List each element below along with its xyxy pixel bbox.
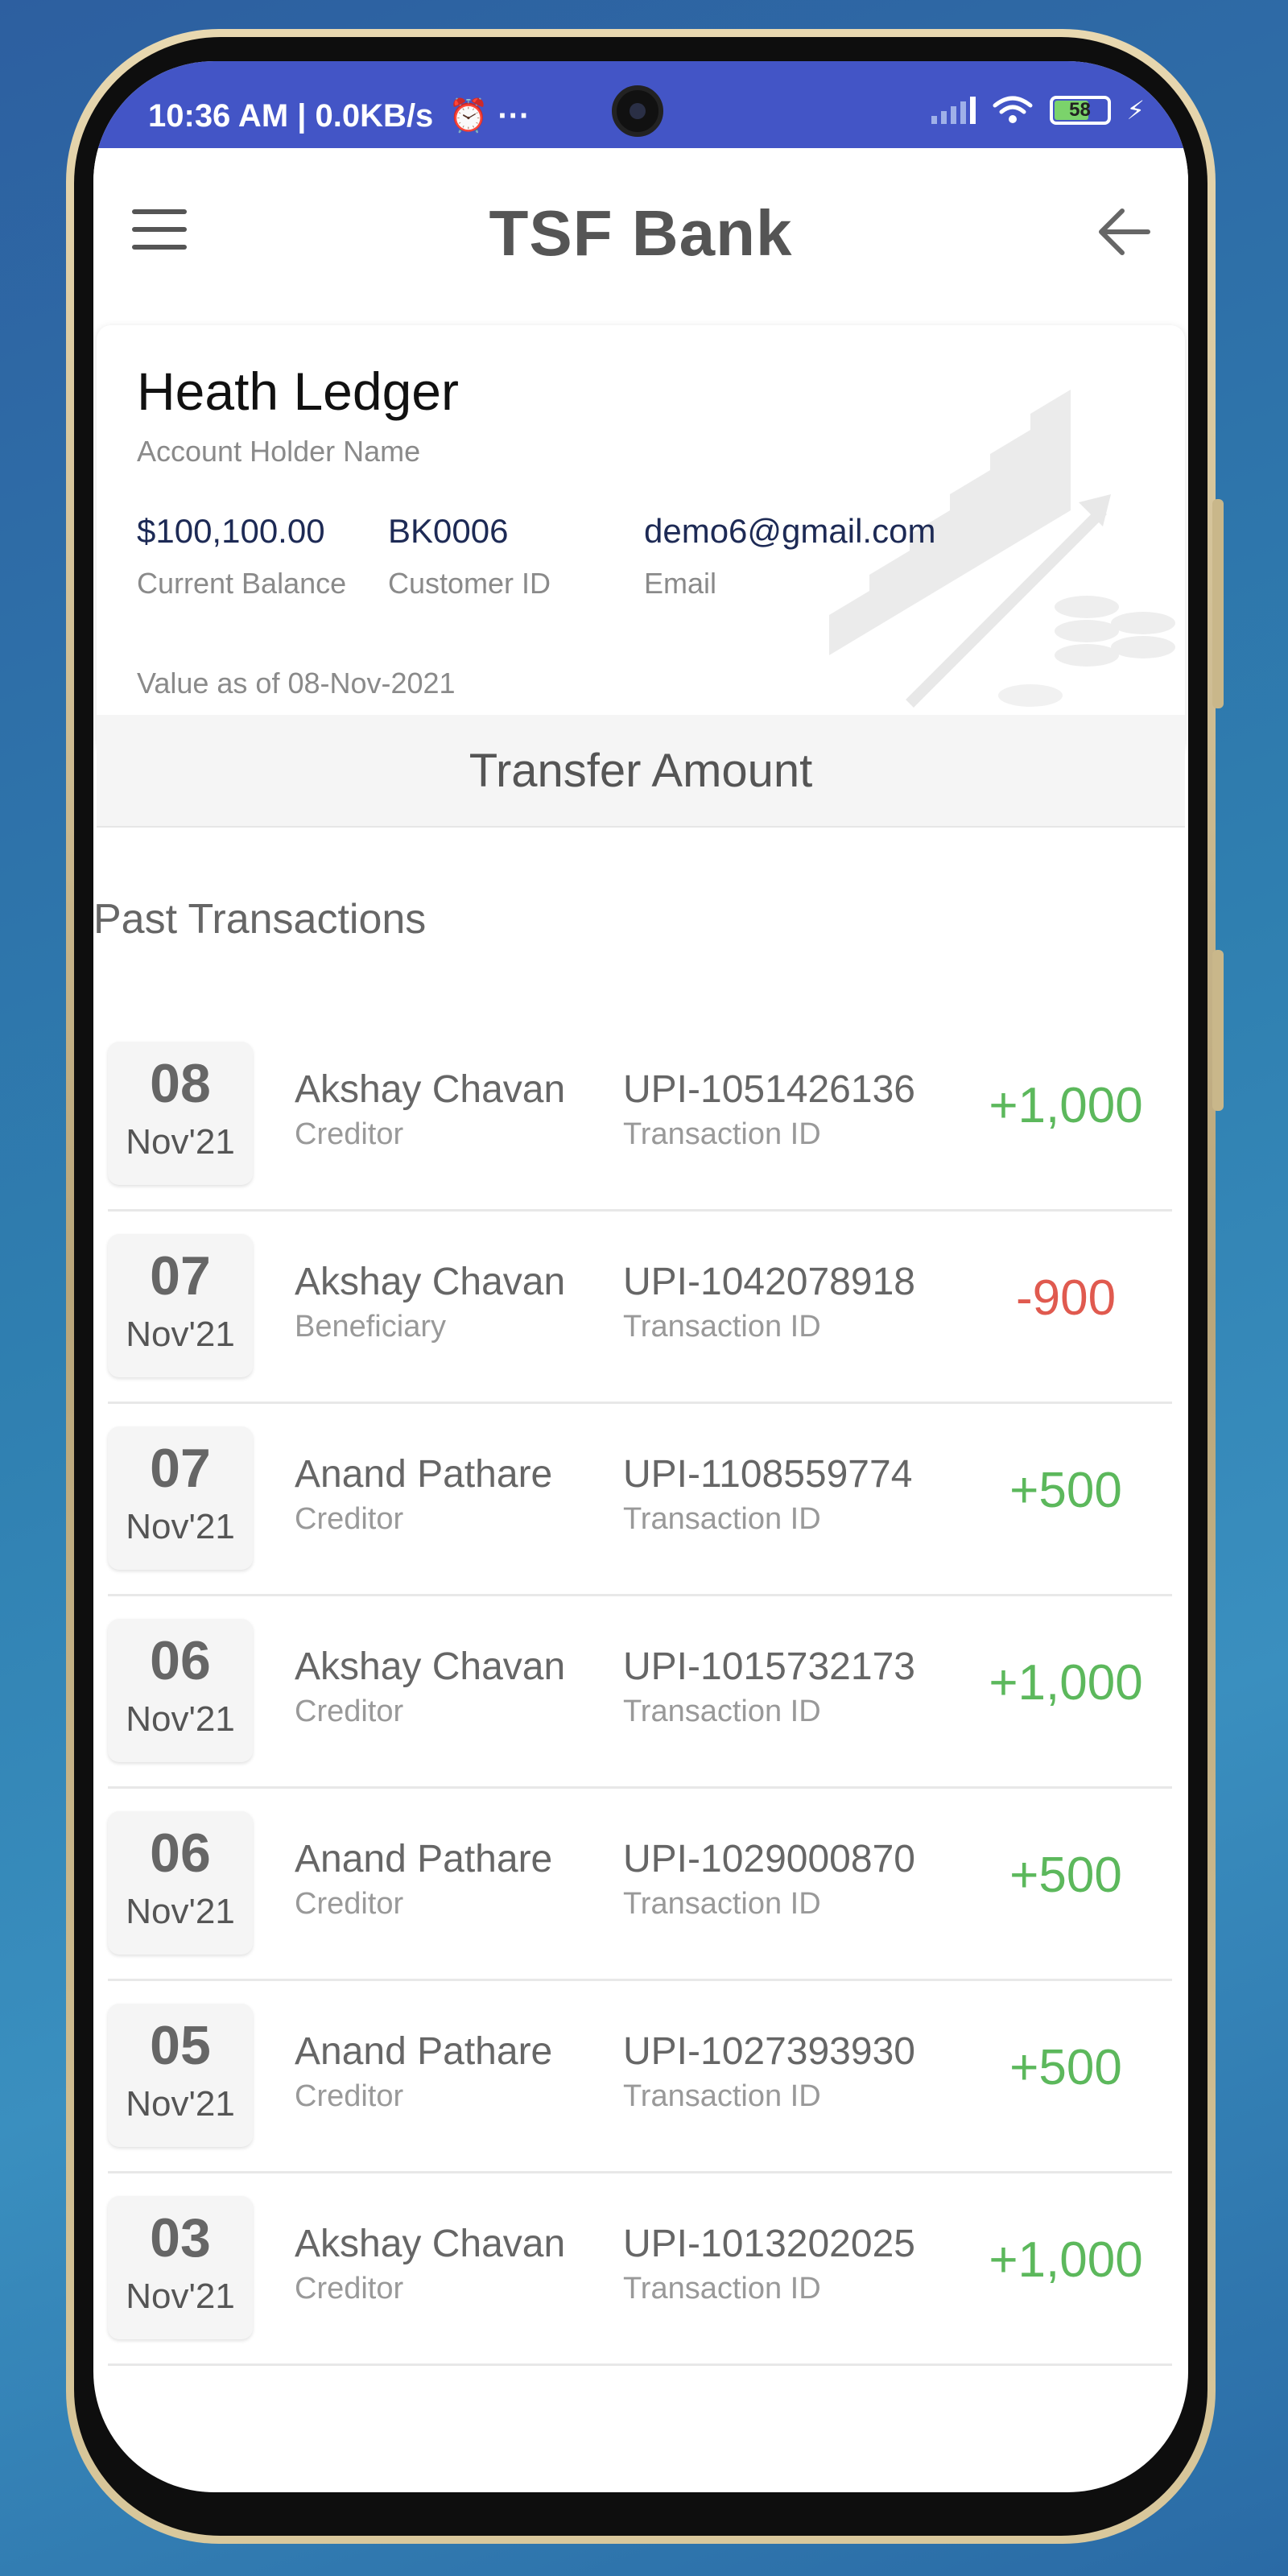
party-role: Beneficiary — [295, 1310, 446, 1344]
party-name: Anand Pathare — [295, 2030, 553, 2073]
account-holder-label: Account Holder Name — [137, 435, 421, 468]
status-bar: 10:36 AM | 0.0KB/s ⏰ ··· 58 ⚡ — [93, 61, 1188, 148]
customer-id: BK0006 — [388, 512, 509, 550]
value-as-of: Value as of 08-Nov-2021 — [137, 667, 456, 700]
account-holder-name: Heath Ledger — [137, 361, 459, 421]
transfer-amount-button[interactable]: Transfer Amount — [97, 715, 1185, 828]
date-month: Nov'21 — [126, 1507, 235, 1546]
party-name: Akshay Chavan — [295, 1261, 566, 1303]
date-month: Nov'21 — [126, 1315, 235, 1354]
battery-icon: 58 — [1049, 96, 1111, 125]
transaction-amount: +500 — [1009, 1463, 1122, 1518]
party-name: Akshay Chavan — [295, 2223, 566, 2265]
party-role: Creditor — [295, 1117, 404, 1151]
transaction-id: UPI-1051426136 — [623, 1068, 915, 1111]
date-month: Nov'21 — [126, 2084, 235, 2124]
date-badge: 08 Nov'21 — [108, 1042, 253, 1185]
transaction-row[interactable]: 07 Nov'21 Akshay Chavan Beneficiary UPI-… — [108, 1212, 1172, 1404]
date-day: 07 — [150, 1438, 211, 1499]
date-day: 07 — [150, 1245, 211, 1307]
current-balance-label: Current Balance — [137, 567, 347, 600]
transaction-row[interactable]: 06 Nov'21 Anand Pathare Creditor UPI-102… — [108, 1789, 1172, 1981]
transaction-id-label: Transaction ID — [623, 1117, 821, 1151]
date-day: 03 — [150, 2207, 211, 2268]
transaction-id-label: Transaction ID — [623, 1887, 821, 1921]
party-role: Creditor — [295, 1502, 404, 1536]
status-time-text: 10:36 AM | 0.0KB/s — [148, 98, 434, 134]
party-name: Anand Pathare — [295, 1838, 553, 1880]
charging-icon: ⚡ — [1126, 96, 1145, 125]
party-role: Creditor — [295, 2079, 404, 2113]
date-month: Nov'21 — [126, 1122, 235, 1162]
transaction-id-label: Transaction ID — [623, 1502, 821, 1536]
past-transactions-title: Past Transactions — [93, 896, 427, 943]
front-camera — [612, 85, 663, 137]
transaction-row[interactable]: 03 Nov'21 Akshay Chavan Creditor UPI-101… — [108, 2174, 1172, 2366]
transaction-id-label: Transaction ID — [623, 1310, 821, 1344]
status-extra-icons: ⏰ ··· — [448, 98, 530, 134]
date-badge: 07 Nov'21 — [108, 1234, 253, 1377]
date-day: 06 — [150, 1823, 211, 1884]
transaction-row[interactable]: 08 Nov'21 Akshay Chavan Creditor UPI-105… — [108, 1019, 1172, 1212]
transaction-id: UPI-1029000870 — [623, 1838, 915, 1880]
date-month: Nov'21 — [126, 1699, 235, 1739]
party-role: Creditor — [295, 1695, 404, 1728]
date-badge: 05 Nov'21 — [108, 2004, 253, 2147]
status-time: 10:36 AM | 0.0KB/s ⏰ ··· — [148, 97, 530, 134]
transaction-row[interactable]: 07 Nov'21 Anand Pathare Creditor UPI-110… — [108, 1404, 1172, 1596]
transaction-row[interactable]: 05 Nov'21 Anand Pathare Creditor UPI-102… — [108, 1981, 1172, 2174]
transaction-id-label: Transaction ID — [623, 2272, 821, 2306]
power-button — [1212, 950, 1224, 1111]
battery-level: 58 — [1069, 99, 1091, 121]
transaction-id: UPI-1027393930 — [623, 2030, 915, 2073]
date-day: 05 — [150, 2015, 211, 2076]
date-day: 06 — [150, 1630, 211, 1691]
date-badge: 06 Nov'21 — [108, 1619, 253, 1762]
transaction-amount: +500 — [1009, 1847, 1122, 1903]
transaction-amount: +1,000 — [989, 2232, 1143, 2288]
party-name: Anand Pathare — [295, 1453, 553, 1496]
transaction-list: 08 Nov'21 Akshay Chavan Creditor UPI-105… — [108, 1019, 1172, 2366]
party-role: Creditor — [295, 1887, 404, 1921]
volume-button — [1212, 499, 1224, 708]
transaction-id: UPI-1108559774 — [623, 1453, 913, 1496]
date-badge: 03 Nov'21 — [108, 2196, 253, 2339]
back-arrow-icon[interactable] — [1093, 201, 1154, 262]
app-header: TSF Bank — [93, 148, 1188, 325]
app-title: TSF Bank — [489, 197, 793, 269]
account-card: Heath Ledger Account Holder Name $100,10… — [97, 325, 1185, 752]
transaction-amount: +1,000 — [989, 1655, 1143, 1711]
transaction-id: UPI-1042078918 — [623, 1261, 915, 1303]
date-badge: 07 Nov'21 — [108, 1426, 253, 1570]
date-day: 08 — [150, 1053, 211, 1114]
transaction-amount: -900 — [1015, 1270, 1117, 1326]
transaction-id: UPI-1015732173 — [623, 1645, 915, 1688]
phone-screen: 10:36 AM | 0.0KB/s ⏰ ··· 58 ⚡ TSF Bank H… — [93, 61, 1188, 2492]
wifi-icon — [993, 96, 1033, 123]
email: demo6@gmail.com — [644, 512, 936, 550]
transaction-row[interactable]: 06 Nov'21 Akshay Chavan Creditor UPI-101… — [108, 1596, 1172, 1789]
date-month: Nov'21 — [126, 1892, 235, 1931]
transaction-id: UPI-1013202025 — [623, 2223, 915, 2265]
party-role: Creditor — [295, 2272, 404, 2306]
transaction-amount: +500 — [1009, 2040, 1122, 2095]
customer-id-label: Customer ID — [388, 567, 551, 600]
email-label: Email — [644, 567, 717, 600]
transaction-id-label: Transaction ID — [623, 2079, 821, 2113]
transaction-id-label: Transaction ID — [623, 1695, 821, 1728]
date-month: Nov'21 — [126, 2277, 235, 2316]
current-balance: $100,100.00 — [137, 512, 325, 550]
status-icons: 58 ⚡ — [931, 95, 1145, 126]
party-name: Akshay Chavan — [295, 1068, 566, 1111]
signal-icon — [931, 97, 976, 124]
date-badge: 06 Nov'21 — [108, 1811, 253, 1955]
party-name: Akshay Chavan — [295, 1645, 566, 1688]
transaction-amount: +1,000 — [989, 1078, 1143, 1133]
